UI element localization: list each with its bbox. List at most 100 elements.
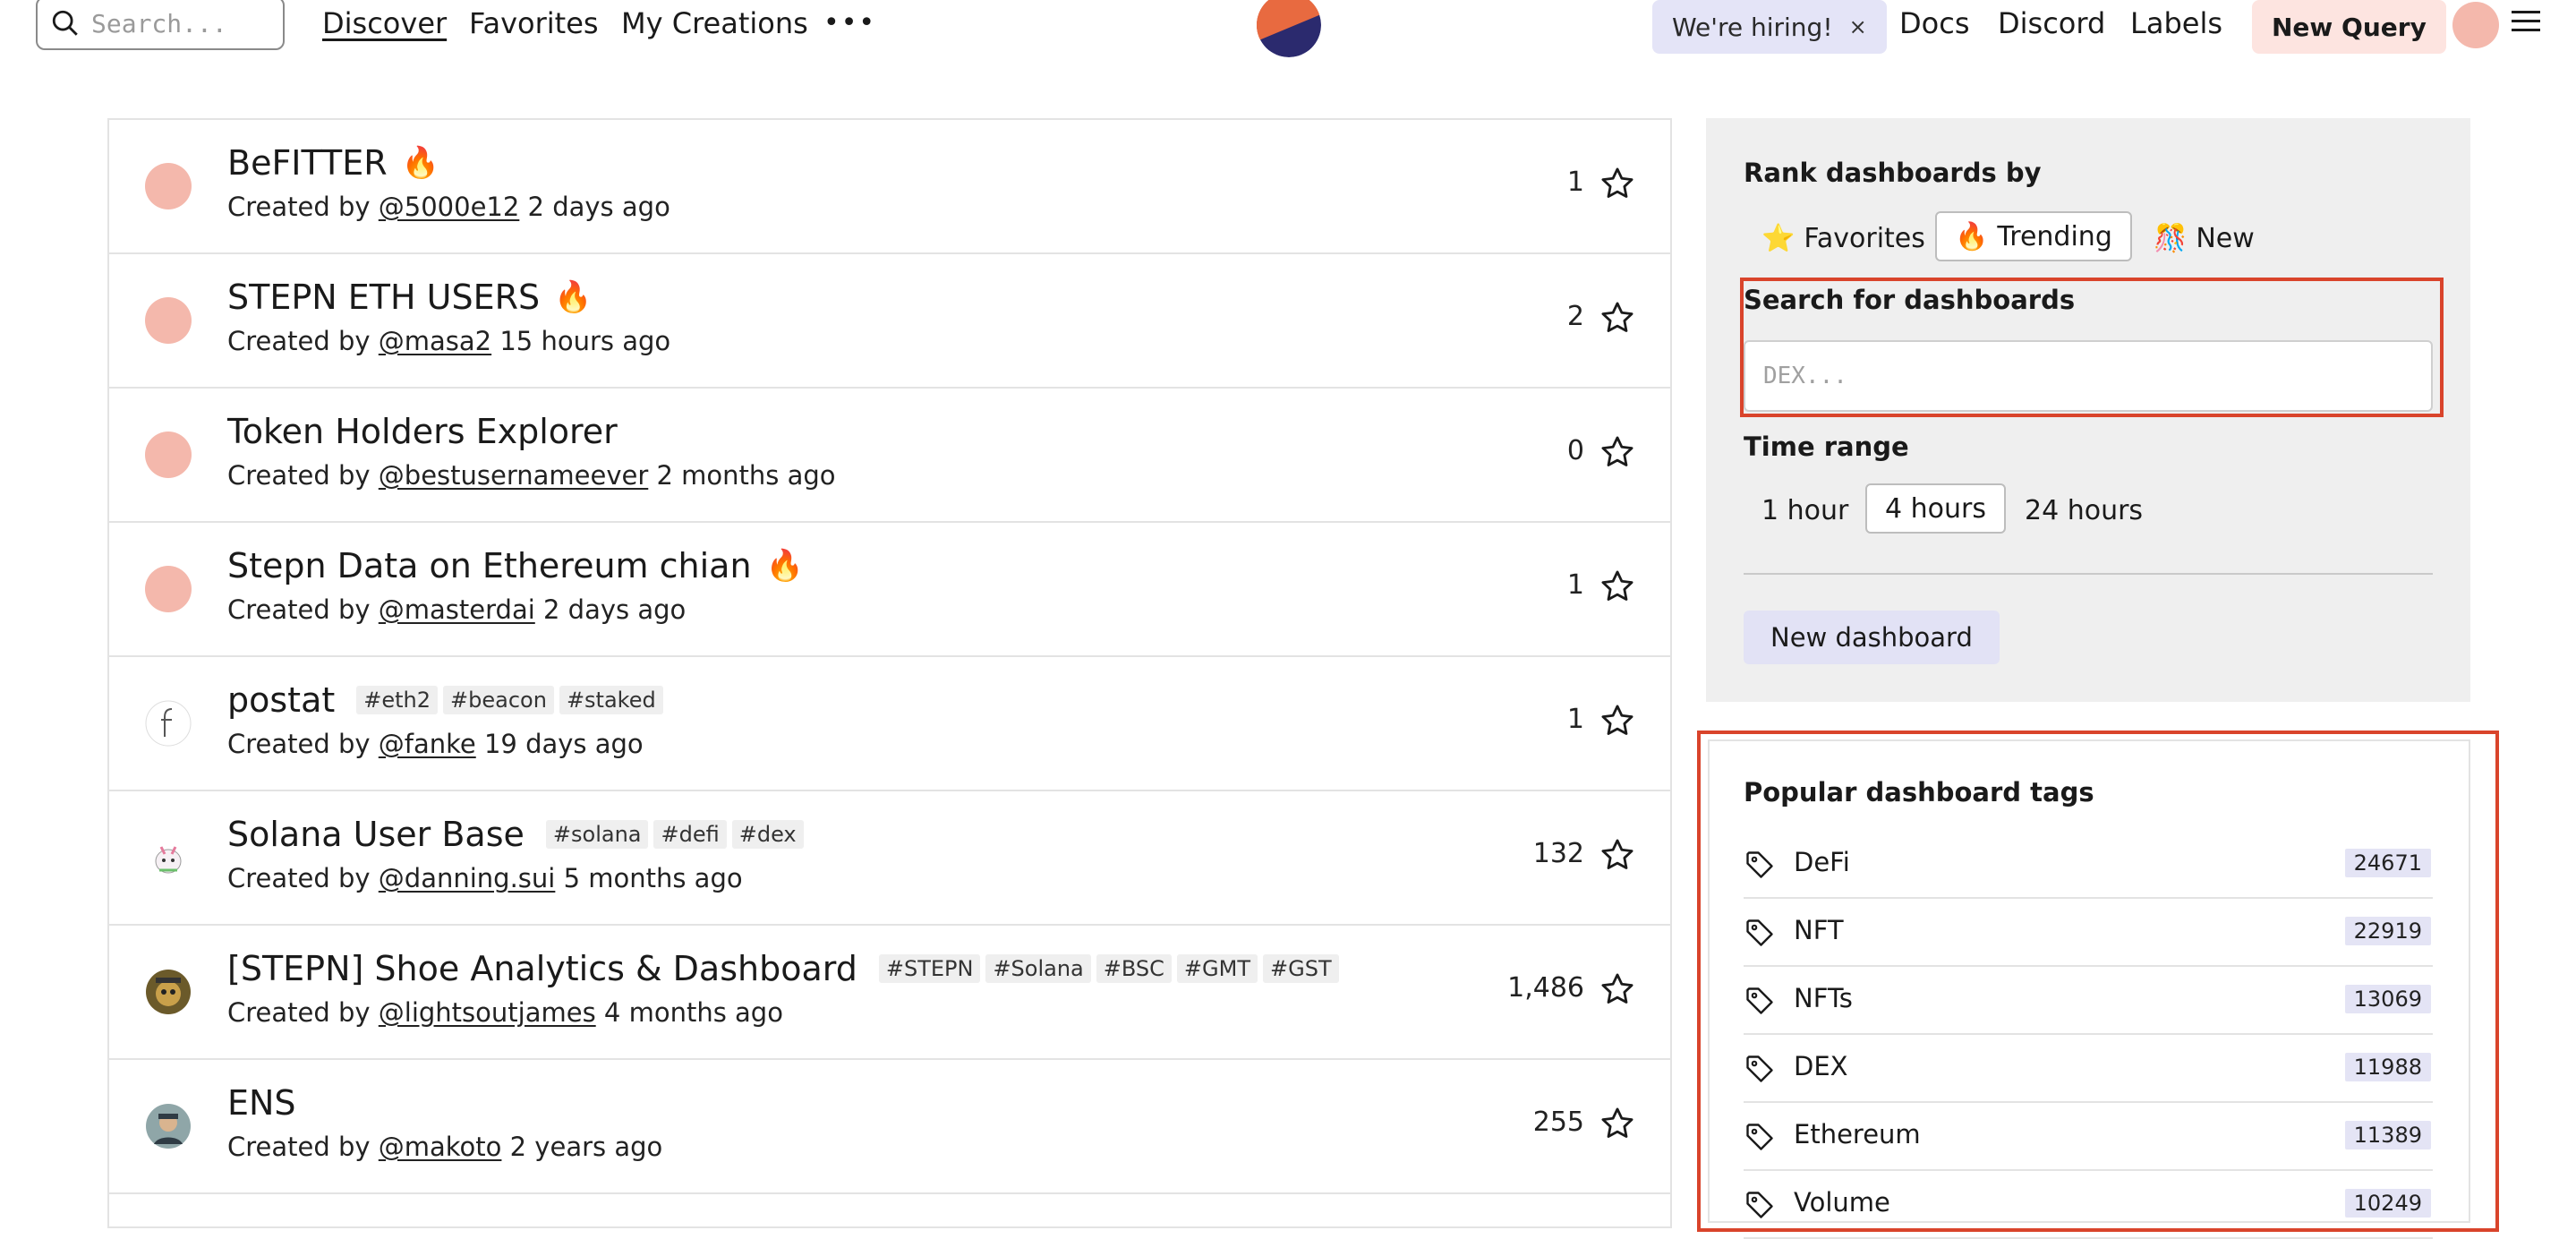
fire-icon: 🔥 [765, 548, 804, 584]
dashboard-title[interactable]: postat [227, 680, 335, 720]
tag-chip[interactable]: #eth2 [356, 686, 439, 714]
tag-chip[interactable]: #staked [559, 686, 663, 714]
dashboard-title[interactable]: [STEPN] Shoe Analytics & Dashboard [227, 949, 857, 988]
popular-tag-row[interactable]: NFT 22919 [1744, 899, 2433, 967]
time-4-hours-button[interactable]: 4 hours [1865, 483, 2006, 534]
fire-icon: 🔥 [554, 279, 593, 315]
nav-docs[interactable]: Docs [1899, 4, 1969, 43]
dashboard-title[interactable]: STEPN ETH USERS [227, 278, 540, 317]
author-avatar[interactable] [145, 297, 192, 344]
created-time: 5 months ago [563, 863, 743, 893]
new-dashboard-button[interactable]: New dashboard [1744, 611, 2000, 664]
user-avatar[interactable] [2452, 2, 2499, 48]
star-icon[interactable] [1599, 299, 1636, 337]
more-menu-icon[interactable]: ••• [823, 4, 876, 43]
author-link[interactable]: @masterdai [379, 594, 535, 625]
created-by-label: Created by [227, 997, 371, 1028]
dashboard-title[interactable]: BeFITTER [227, 143, 388, 183]
tag-list: #solana #defi #dex [545, 820, 804, 849]
star-icon[interactable] [1599, 970, 1636, 1008]
tag-name[interactable]: DEX [1794, 1051, 1848, 1081]
tag-name[interactable]: Volume [1794, 1187, 1890, 1218]
author-avatar[interactable] [145, 566, 192, 612]
nav-favorites[interactable]: Favorites [469, 4, 599, 43]
author-avatar[interactable] [145, 432, 192, 478]
nav-labels[interactable]: Labels [2130, 4, 2222, 43]
popular-tag-row[interactable]: DeFi 24671 [1744, 831, 2433, 899]
dune-logo[interactable] [1257, 0, 1321, 57]
rank-favorites-button[interactable]: ⭐ Favorites [1744, 213, 1943, 263]
star-count: 1 [1566, 569, 1584, 601]
author-avatar[interactable] [145, 1103, 192, 1149]
author-link[interactable]: @bestusernameever [379, 460, 648, 491]
author-avatar[interactable] [145, 834, 192, 881]
tag-name[interactable]: Ethereum [1794, 1119, 1921, 1149]
author-avatar[interactable] [145, 969, 192, 1015]
dashboard-row[interactable]: ENS Created by @makoto 2 years ago 255 [109, 1060, 1670, 1194]
fire-emoji-icon: 🔥 [1955, 220, 1989, 252]
popular-tag-row[interactable]: Ethereum 11389 [1744, 1103, 2433, 1171]
star-icon[interactable] [1599, 433, 1636, 471]
star-icon[interactable] [1599, 836, 1636, 874]
hiring-banner[interactable]: We're hiring! × [1652, 0, 1887, 54]
tag-chip[interactable]: #GST [1263, 954, 1339, 983]
rank-new-button[interactable]: 🎊 New [2136, 213, 2273, 263]
tag-chip[interactable]: #defi [653, 820, 727, 849]
popular-tag-row[interactable]: NFTs 13069 [1744, 967, 2433, 1035]
tag-list: #STEPN #Solana #BSC #GMT #GST [878, 954, 1339, 983]
author-link[interactable]: @masa2 [379, 326, 491, 356]
dashboard-row[interactable]: BeFITTER 🔥 Created by @5000e12 2 days ago 1 [109, 120, 1670, 254]
author-link[interactable]: @5000e12 [379, 192, 520, 222]
author-avatar[interactable] [145, 700, 192, 747]
global-search[interactable] [36, 0, 285, 50]
created-by-label: Created by [227, 729, 371, 759]
time-24-hours-button[interactable]: 24 hours [2007, 485, 2161, 535]
nav-discover[interactable]: Discover [322, 4, 447, 43]
dashboard-title[interactable]: ENS [227, 1083, 296, 1123]
dashboard-row[interactable]: Token Holders Explorer Created by @bestus… [109, 389, 1670, 523]
star-icon[interactable] [1599, 568, 1636, 605]
close-icon[interactable]: × [1849, 14, 1867, 39]
dashboard-row[interactable]: Stepn Data on Ethereum chian 🔥 Created by … [109, 523, 1670, 657]
dashboard-title[interactable]: Stepn Data on Ethereum chian [227, 546, 752, 585]
nav-my-creations[interactable]: My Creations [621, 4, 808, 43]
tag-chip[interactable]: #solana [545, 820, 649, 849]
author-link[interactable]: @danning.sui [379, 863, 556, 893]
tag-chip[interactable]: #beacon [443, 686, 554, 714]
tag-chip[interactable]: #STEPN [878, 954, 981, 983]
tag-icon [1744, 1189, 1776, 1221]
popular-tag-row[interactable]: DEX 11988 [1744, 1035, 2433, 1103]
time-1-hour-button[interactable]: 1 hour [1744, 485, 1866, 535]
tag-name[interactable]: DeFi [1794, 847, 1850, 877]
author-link[interactable]: @fanke [379, 729, 476, 759]
tag-chip[interactable]: #Solana [985, 954, 1091, 983]
tag-name[interactable]: NFTs [1794, 983, 1853, 1013]
nav-discord[interactable]: Discord [1998, 4, 2105, 43]
dashboard-title[interactable]: Token Holders Explorer [227, 412, 618, 451]
author-avatar[interactable] [145, 163, 192, 209]
hamburger-menu-icon[interactable] [2512, 11, 2540, 38]
star-icon[interactable] [1599, 165, 1636, 202]
created-by-label: Created by [227, 326, 371, 356]
author-link[interactable]: @lightsoutjames [379, 997, 596, 1028]
dashboard-row[interactable]: STEPN ETH USERS 🔥 Created by @masa2 15 hou… [109, 254, 1670, 389]
tag-name[interactable]: NFT [1794, 915, 1844, 945]
dashboard-title[interactable]: Solana User Base [227, 815, 525, 854]
star-icon[interactable] [1599, 1105, 1636, 1142]
tag-chip[interactable]: #dex [731, 820, 804, 849]
global-search-input[interactable] [90, 7, 272, 39]
star-count: 0 [1566, 435, 1584, 466]
popular-tag-row[interactable]: Volume 10249 [1744, 1171, 2433, 1239]
star-count: 2 [1566, 301, 1584, 332]
tag-chip[interactable]: #BSC [1096, 954, 1172, 983]
dashboard-meta: Created by @bestusernameever 2 months ag… [227, 460, 836, 491]
tag-chip[interactable]: #GMT [1176, 954, 1258, 983]
new-query-button[interactable]: New Query [2252, 0, 2446, 54]
rank-trending-button[interactable]: 🔥 Trending [1935, 211, 2132, 261]
dashboard-search-input[interactable] [1744, 340, 2433, 412]
dashboard-row[interactable]: [STEPN] Shoe Analytics & Dashboard #STEPN… [109, 926, 1670, 1060]
author-link[interactable]: @makoto [379, 1132, 502, 1162]
dashboard-row[interactable]: Solana User Base #solana #defi #dex Created … [109, 791, 1670, 926]
star-icon[interactable] [1599, 702, 1636, 739]
dashboard-row[interactable]: postat #eth2 #beacon #staked Created by @fan… [109, 657, 1670, 791]
